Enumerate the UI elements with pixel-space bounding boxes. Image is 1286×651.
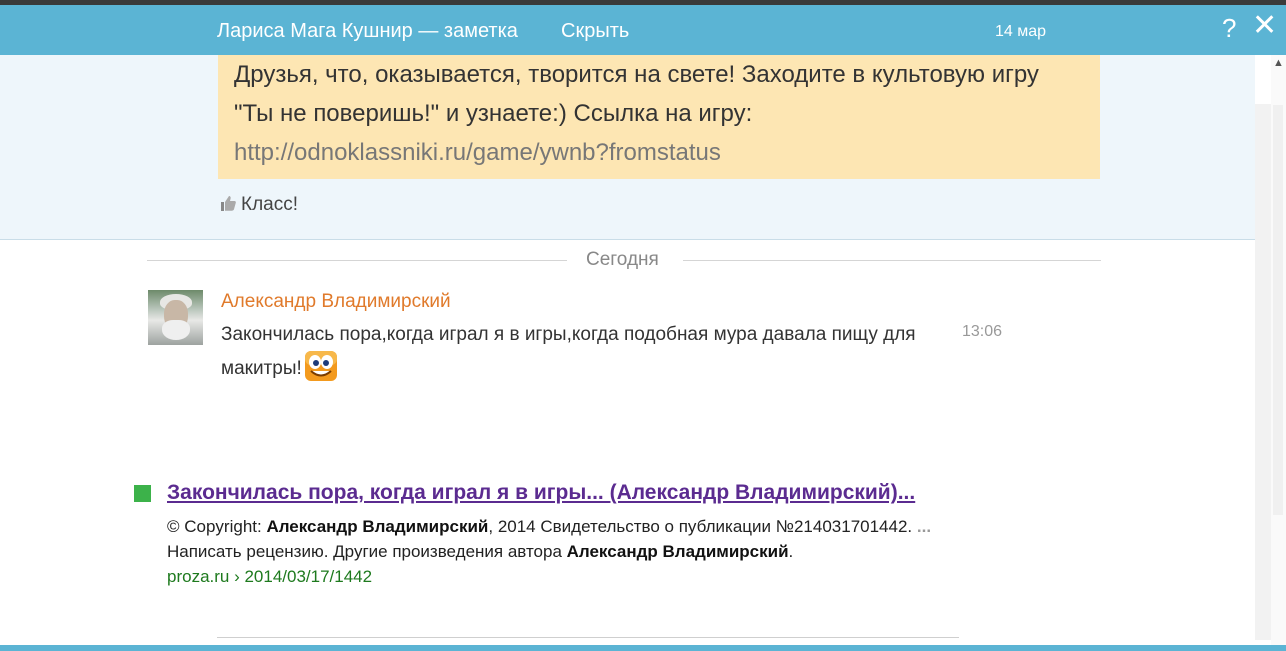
- snippet-end-period: .: [788, 542, 794, 561]
- comment-author[interactable]: Александр Владимирский: [221, 291, 451, 313]
- snippet-review-text: Написать рецензию. Другие произведения а…: [167, 542, 567, 561]
- search-result-marker: [134, 485, 151, 502]
- help-icon[interactable]: ?: [1222, 13, 1236, 44]
- note-panel: Друзья, что, оказывается, творится на св…: [0, 55, 1255, 240]
- side-panel-edge: [1255, 104, 1271, 640]
- like-label: Класс!: [241, 194, 298, 215]
- comment-text-block: Закончилась пора,когда играл я в игры,ко…: [221, 320, 921, 384]
- search-result-title-link[interactable]: Закончилась пора, когда играл я в игры..…: [167, 481, 915, 505]
- scrollbar-thumb[interactable]: [1273, 105, 1283, 515]
- thumbs-up-icon: [221, 196, 236, 211]
- snippet-copyright-prefix: © Copyright:: [167, 517, 267, 536]
- note-text: Друзья, что, оказывается, творится на св…: [234, 61, 1039, 127]
- date-divider-label: Сегодня: [586, 249, 659, 270]
- avatar[interactable]: [148, 290, 203, 345]
- like-button[interactable]: Класс!: [219, 194, 298, 216]
- search-result-snippet: © Copyright: Александр Владимирский, 201…: [167, 514, 1067, 564]
- note-date: 14 мар: [995, 23, 1047, 40]
- note-text-block: Друзья, что, оказывается, творится на св…: [234, 55, 1084, 172]
- divider-line-left: [147, 260, 567, 261]
- snippet-ellipsis: ...: [916, 517, 932, 536]
- comment-time: 13:06: [962, 323, 1003, 340]
- note-header-bar: Лариса Мага Кушнир — заметка Скрыть 14 м…: [0, 5, 1286, 55]
- note-header-title[interactable]: Лариса Мага Кушнир — заметка: [217, 20, 518, 43]
- bottom-bar: [0, 645, 1286, 651]
- hide-link[interactable]: Скрыть: [561, 20, 629, 43]
- snippet-certificate-text: , 2014 Свидетельство о публикации №21403…: [488, 517, 913, 536]
- note-content-box: Друзья, что, оказывается, творится на св…: [218, 55, 1100, 179]
- smiley-face-icon: [304, 351, 337, 381]
- scrollbar[interactable]: ▲: [1271, 55, 1286, 645]
- search-result-url[interactable]: proza.ru › 2014/03/17/1442: [167, 564, 372, 589]
- bottom-separator: [217, 637, 959, 638]
- note-game-link[interactable]: http://odnoklassniki.ru/game/ywnb?fromst…: [234, 139, 721, 166]
- snippet-author-bold-2: Александр Владимирский: [566, 542, 789, 561]
- avatar-beard: [162, 320, 190, 340]
- close-icon[interactable]: ✕: [1252, 11, 1277, 41]
- snippet-author-bold-1: Александр Владимирский: [266, 517, 489, 536]
- scroll-up-arrow-icon[interactable]: ▲: [1273, 57, 1284, 69]
- divider-line-right: [683, 260, 1101, 261]
